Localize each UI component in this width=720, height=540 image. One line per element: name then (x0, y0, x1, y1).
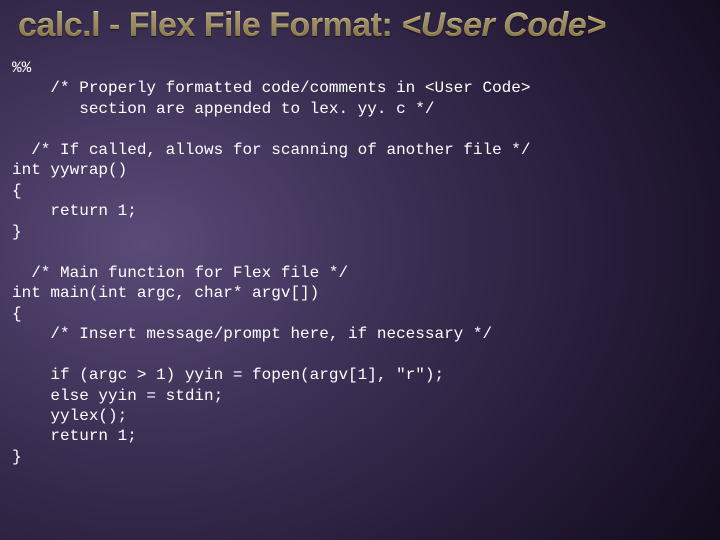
code-block: %% /* Properly formatted code/comments i… (12, 58, 712, 467)
slide-title: calc.l - Flex File Format: <User Code> (18, 6, 606, 45)
title-prefix: calc.l - Flex File Format: (18, 6, 401, 44)
title-emphasis: <User Code> (401, 6, 605, 44)
